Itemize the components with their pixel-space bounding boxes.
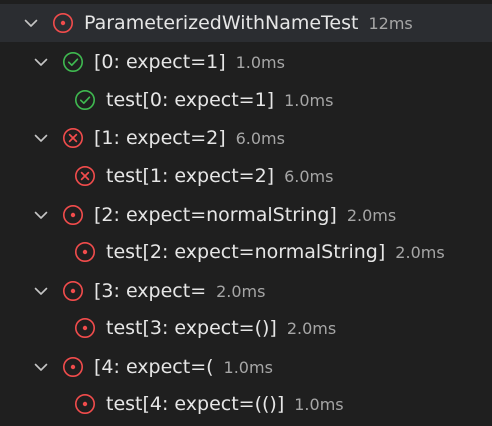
test-case-row[interactable]: test[1: expect=2] 6.0ms: [0, 157, 492, 195]
test-label: ParameterizedWithNameTest: [84, 12, 359, 34]
test-group-row[interactable]: [0: expect=1] 1.0ms: [0, 43, 492, 81]
test-case-row[interactable]: test[2: expect=normalString] 2.0ms: [0, 233, 492, 271]
chevron-down-icon[interactable]: [30, 280, 52, 302]
test-suite-row[interactable]: ParameterizedWithNameTest 12ms: [0, 4, 492, 42]
test-label: test[1: expect=2]: [106, 165, 275, 187]
test-duration: 1.0ms: [235, 52, 285, 72]
test-duration: 6.0ms: [284, 166, 334, 186]
chevron-down-icon[interactable]: [30, 356, 52, 378]
test-duration: 1.0ms: [294, 394, 344, 414]
test-duration: 1.0ms: [284, 90, 334, 110]
test-group-row[interactable]: [3: expect= 2.0ms: [0, 272, 492, 310]
error-dot-icon: [52, 12, 74, 34]
test-label: [0: expect=1]: [94, 51, 226, 73]
chevron-down-icon[interactable]: [30, 204, 52, 226]
test-duration: 2.0ms: [395, 242, 445, 262]
test-duration: 2.0ms: [216, 281, 266, 301]
passed-check-icon: [62, 51, 84, 73]
chevron-down-icon[interactable]: [30, 51, 52, 73]
test-label: test[4: expect=(()]: [106, 393, 285, 415]
error-dot-icon: [74, 317, 96, 339]
failed-x-icon: [74, 165, 96, 187]
test-case-row[interactable]: test[3: expect=()] 2.0ms: [0, 309, 492, 347]
test-label: test[2: expect=normalString]: [106, 241, 386, 263]
chevron-down-icon[interactable]: [30, 127, 52, 149]
test-label: test[3: expect=()]: [106, 317, 277, 339]
chevron-down-icon[interactable]: [20, 12, 42, 34]
test-group-row[interactable]: [1: expect=2] 6.0ms: [0, 119, 492, 157]
error-dot-icon: [74, 393, 96, 415]
test-duration: 12ms: [368, 13, 413, 33]
test-case-row[interactable]: test[4: expect=(()] 1.0ms: [0, 385, 492, 423]
test-label: [2: expect=normalString]: [94, 204, 337, 226]
error-dot-icon: [62, 280, 84, 302]
test-duration: 2.0ms: [286, 318, 337, 338]
test-duration: 1.0ms: [223, 357, 273, 377]
test-group-row[interactable]: [2: expect=normalString] 2.0ms: [0, 196, 492, 234]
test-duration: 2.0ms: [346, 205, 397, 225]
error-dot-icon: [74, 241, 96, 263]
test-results-tree: ParameterizedWithNameTest 12ms [0: expect=…: [0, 0, 492, 426]
test-group-row[interactable]: [4: expect=( 1.0ms: [0, 348, 492, 386]
error-dot-icon: [62, 204, 84, 226]
test-label: [3: expect=: [94, 280, 207, 302]
test-label: [4: expect=(: [94, 356, 214, 378]
failed-x-icon: [62, 127, 84, 149]
test-label: [1: expect=2]: [94, 127, 226, 149]
passed-check-icon: [74, 89, 96, 111]
test-duration: 6.0ms: [235, 128, 285, 148]
test-case-row[interactable]: test[0: expect=1] 1.0ms: [0, 81, 492, 119]
error-dot-icon: [62, 356, 84, 378]
test-label: test[0: expect=1]: [106, 89, 275, 111]
